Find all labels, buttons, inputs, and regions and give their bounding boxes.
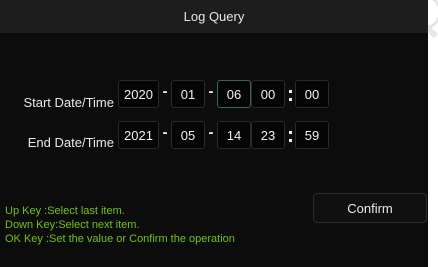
end-datetime-label: End Date/Time xyxy=(27,135,114,150)
start-datetime-label: Start Date/Time xyxy=(23,95,114,110)
end-date-separator: - xyxy=(162,124,168,141)
confirm-button[interactable]: Confirm xyxy=(313,193,427,223)
start-month-field[interactable]: 01 xyxy=(171,80,205,108)
end-time-colon xyxy=(287,130,295,144)
log-query-dialog: Log Query Start Date/Time 2020 - 01 - 06… xyxy=(0,0,428,267)
start-date-separator: - xyxy=(162,83,168,100)
end-day-field[interactable]: 14 xyxy=(217,121,251,149)
help-down-key: Down Key:Select next item. xyxy=(5,219,140,231)
start-minute-field[interactable]: 00 xyxy=(295,80,329,108)
end-date-separator: - xyxy=(208,124,214,141)
end-month-field[interactable]: 05 xyxy=(171,121,205,149)
start-date-separator: - xyxy=(208,83,214,100)
help-ok-key: OK Key :Set the value or Confirm the ope… xyxy=(5,233,235,245)
start-time-colon xyxy=(287,89,295,103)
help-up-key: Up Key :Select last item. xyxy=(5,205,125,217)
dialog-title-bar: Log Query xyxy=(0,0,428,33)
start-hour-field[interactable]: 00 xyxy=(251,80,285,108)
end-minute-field[interactable]: 59 xyxy=(295,121,329,149)
start-day-field[interactable]: 06 xyxy=(217,80,251,108)
end-hour-field[interactable]: 23 xyxy=(251,121,285,149)
end-year-field[interactable]: 2021 xyxy=(118,121,159,149)
start-year-field[interactable]: 2020 xyxy=(118,80,159,108)
dialog-title: Log Query xyxy=(183,9,245,24)
